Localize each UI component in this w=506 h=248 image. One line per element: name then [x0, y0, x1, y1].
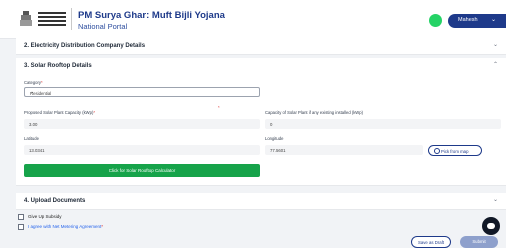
map-pin-icon — [434, 148, 440, 154]
category-select[interactable]: Residential ⌄ — [24, 87, 260, 97]
longitude-label: Longitude — [265, 136, 284, 141]
user-menu-button[interactable]: Mahesh ⌄ — [448, 14, 506, 28]
section-upload-documents[interactable]: 4. Upload Documents ⌄ — [16, 193, 506, 210]
chevron-down-icon[interactable]: ⌄ — [493, 41, 498, 48]
existing-capacity-input[interactable]: 0 — [265, 119, 501, 129]
header-divider — [71, 8, 72, 30]
whatsapp-icon[interactable] — [429, 14, 442, 27]
user-name: Mahesh — [458, 17, 478, 23]
section-distribution[interactable]: 2. Electricity Distribution Company Deta… — [16, 38, 506, 55]
existing-capacity-label: Capacity of Solar Plant if any existing … — [265, 110, 363, 115]
chevron-down-icon[interactable]: ⌄ — [493, 196, 498, 203]
net-metering-agreement-checkbox[interactable]: I agree with Net Metering Agreement* — [18, 224, 103, 230]
category-label: Category* — [24, 80, 43, 85]
latitude-input[interactable]: 13.0341 — [24, 145, 260, 155]
ministry-logo — [38, 10, 66, 28]
save-as-draft-button[interactable]: Save as Draft — [411, 236, 451, 248]
section-title: 3. Solar Rooftop Details — [24, 63, 92, 69]
section-title: 4. Upload Documents — [24, 198, 86, 204]
checkbox-box[interactable] — [18, 214, 24, 220]
latitude-label: Latitude — [24, 136, 39, 141]
submit-button[interactable]: Submit — [460, 236, 498, 248]
capacity-label: Proposed Solar Plant Capacity (kWp)* — [24, 110, 95, 115]
national-emblem-icon — [20, 11, 32, 26]
required-marker: * — [218, 105, 220, 110]
chevron-down-icon: ⌄ — [491, 17, 497, 23]
section-title: 2. Electricity Distribution Company Deta… — [24, 43, 146, 49]
longitude-input[interactable]: 77.5601 — [265, 145, 423, 155]
solar-calculator-button[interactable]: Click for Solar Rooftop Calculator — [24, 164, 260, 177]
pick-from-map-button[interactable]: Pick from map — [428, 145, 482, 156]
checkbox-box[interactable] — [18, 224, 24, 230]
give-up-subsidy-checkbox[interactable]: Give Up Subsidy — [18, 214, 62, 220]
chatbot-icon[interactable] — [482, 217, 500, 235]
chevron-up-icon[interactable]: ⌃ — [493, 61, 498, 68]
app-subtitle: National Portal — [78, 22, 128, 31]
app-title: PM Surya Ghar: Muft Bijli Yojana — [78, 10, 225, 21]
chevron-down-icon: ⌄ — [30, 89, 35, 95]
capacity-input[interactable]: 3.00 — [24, 119, 260, 129]
top-bar: PM Surya Ghar: Muft Bijli Yojana Nationa… — [0, 0, 506, 39]
